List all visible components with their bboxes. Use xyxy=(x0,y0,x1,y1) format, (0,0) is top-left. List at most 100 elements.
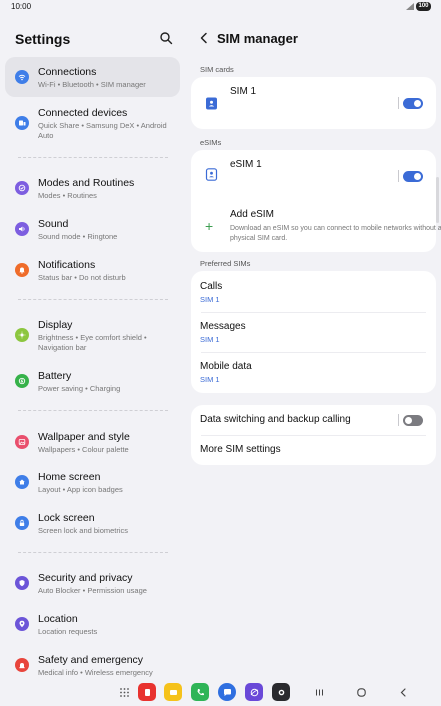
toggle-separator xyxy=(398,170,399,182)
settings-item-home-screen[interactable]: Home screen Layout • App icon badges xyxy=(5,466,180,500)
mobile-data-row[interactable]: Mobile data SIM 1 xyxy=(191,352,436,393)
battery-level: 100 xyxy=(416,2,431,11)
settings-item-connected-devices[interactable]: Connected devices Quick Share • Samsung … xyxy=(5,102,180,146)
sim-manager-pane: SIM manager SIM cards SIM 1 eSIMs eSIM 1 xyxy=(186,14,441,686)
sim-1-row[interactable]: SIM 1 xyxy=(191,77,436,129)
settings-item-title: Connected devices xyxy=(38,107,128,119)
apps-grid-icon[interactable] xyxy=(115,683,133,701)
sim-cards-card: SIM 1 xyxy=(191,77,436,129)
settings-item-title: Display xyxy=(38,319,73,331)
settings-item-title: Lock screen xyxy=(38,512,95,524)
messages-label: Messages xyxy=(200,321,246,332)
mobile-data-label: Mobile data xyxy=(200,361,252,372)
data-switching-row[interactable]: Data switching and backup calling xyxy=(191,405,391,435)
calls-label: Calls xyxy=(200,281,223,292)
data-switching-toggle[interactable] xyxy=(403,415,423,426)
divider xyxy=(18,299,168,300)
more-sim-settings-row[interactable]: More SIM settings xyxy=(191,435,436,465)
devices-icon xyxy=(15,116,29,130)
esim-icon xyxy=(205,168,218,181)
section-label-preferred-sims: Preferred SIMs xyxy=(200,259,251,268)
phone-app-icon[interactable] xyxy=(191,683,209,701)
sim-1-label: SIM 1 xyxy=(230,86,257,97)
status-time: 10:00 xyxy=(11,2,32,11)
browser-app-icon[interactable] xyxy=(245,683,263,701)
battery-icon xyxy=(15,374,29,388)
add-esim-row[interactable]: + Add eSIM Download an eSIM so you can c… xyxy=(191,202,441,250)
toggle-separator xyxy=(398,414,399,426)
settings-item-title: Connections xyxy=(38,66,97,78)
emergency-icon xyxy=(15,658,29,672)
add-esim-label: Add eSIM xyxy=(230,209,274,220)
section-label-esims: eSIMs xyxy=(200,138,222,147)
app-shortcut-icon[interactable] xyxy=(138,683,156,701)
messages-app-icon[interactable] xyxy=(218,683,236,701)
taskbar xyxy=(0,682,441,706)
esims-card: eSIM 1 + Add eSIM Download an eSIM so yo… xyxy=(191,150,441,252)
home-button-icon[interactable] xyxy=(352,683,370,701)
settings-item-battery[interactable]: Battery Power saving • Charging xyxy=(5,365,180,399)
sim-card-icon xyxy=(206,97,217,110)
settings-item-display[interactable]: Display Brightness • Eye comfort shield … xyxy=(5,314,180,358)
other-settings-card: Data switching and backup calling More S… xyxy=(191,405,436,465)
settings-item-subtitle: Screen lock and biometrics xyxy=(38,526,129,535)
plus-icon: + xyxy=(205,218,214,234)
recents-icon[interactable] xyxy=(310,683,328,701)
messages-row[interactable]: Messages SIM 1 xyxy=(191,312,436,352)
notes-app-icon[interactable] xyxy=(164,683,182,701)
sun-icon xyxy=(15,328,29,342)
data-switching-label: Data switching and backup calling xyxy=(200,414,351,425)
esim-1-label: eSIM 1 xyxy=(230,159,262,170)
shield-icon xyxy=(15,576,29,590)
sim-1-toggle[interactable] xyxy=(403,98,423,109)
settings-item-subtitle: Medical info • Wireless emergency xyxy=(38,668,153,677)
settings-item-notifications[interactable]: Notifications Status bar • Do not distur… xyxy=(5,254,180,288)
divider xyxy=(18,157,168,158)
settings-item-security-privacy[interactable]: Security and privacy Auto Blocker • Perm… xyxy=(5,567,180,601)
speaker-icon xyxy=(15,222,29,236)
edge-panel-handle[interactable] xyxy=(436,177,439,223)
divider xyxy=(18,552,168,553)
settings-title: Settings xyxy=(15,31,71,47)
messages-value: SIM 1 xyxy=(200,335,220,344)
esim-1-toggle[interactable] xyxy=(403,171,423,182)
settings-item-sound[interactable]: Sound Sound mode • Ringtone xyxy=(5,213,180,247)
settings-item-title: Safety and emergency xyxy=(38,654,144,666)
settings-item-modes-routines[interactable]: Modes and Routines Modes • Routines xyxy=(5,172,180,206)
more-sim-settings-label: More SIM settings xyxy=(200,444,281,455)
settings-item-title: Home screen xyxy=(38,471,101,483)
settings-item-wallpaper-style[interactable]: Wallpaper and style Wallpapers • Colour … xyxy=(5,426,180,460)
settings-item-location[interactable]: Location Location requests xyxy=(5,608,180,642)
settings-item-lock-screen[interactable]: Lock screen Screen lock and biometrics xyxy=(5,507,180,541)
settings-item-connections[interactable]: Connections Wi-Fi • Bluetooth • SIM mana… xyxy=(5,57,180,97)
settings-item-title: Sound xyxy=(38,218,69,230)
settings-item-title: Battery xyxy=(38,370,72,382)
settings-item-title: Security and privacy xyxy=(38,572,133,584)
settings-item-subtitle: Quick Share • Samsung DeX • Android Auto xyxy=(38,121,167,140)
back-arrow-icon[interactable] xyxy=(198,32,210,44)
settings-item-subtitle: Modes • Routines xyxy=(38,191,97,200)
divider xyxy=(18,410,168,411)
mobile-data-value: SIM 1 xyxy=(200,375,220,384)
check-circle-icon xyxy=(15,181,29,195)
status-bar: 10:00 100 xyxy=(0,0,441,14)
back-button-icon[interactable] xyxy=(394,683,412,701)
camera-app-icon[interactable] xyxy=(272,683,290,701)
settings-item-title: Wallpaper and style xyxy=(38,431,130,443)
lock-icon xyxy=(15,516,29,530)
search-icon[interactable] xyxy=(159,31,173,45)
settings-item-subtitle: Location requests xyxy=(38,627,98,636)
bell-icon xyxy=(15,263,29,277)
wifi-icon xyxy=(15,70,29,84)
settings-item-subtitle: Wallpapers • Colour palette xyxy=(38,445,129,454)
esim-1-row[interactable]: eSIM 1 xyxy=(191,150,436,202)
preferred-sims-card: Calls SIM 1 Messages SIM 1 Mobile data S… xyxy=(191,271,436,393)
settings-item-subtitle: Wi-Fi • Bluetooth • SIM manager xyxy=(38,80,146,89)
settings-item-subtitle: Status bar • Do not disturb xyxy=(38,273,126,282)
calls-row[interactable]: Calls SIM 1 xyxy=(191,271,436,312)
settings-item-safety-emergency[interactable]: Safety and emergency Medical info • Wire… xyxy=(5,649,180,683)
location-pin-icon xyxy=(15,617,29,631)
settings-item-subtitle: Brightness • Eye comfort shield • Naviga… xyxy=(38,333,147,352)
page-title: SIM manager xyxy=(217,31,298,46)
section-label-sim-cards: SIM cards xyxy=(200,65,234,74)
